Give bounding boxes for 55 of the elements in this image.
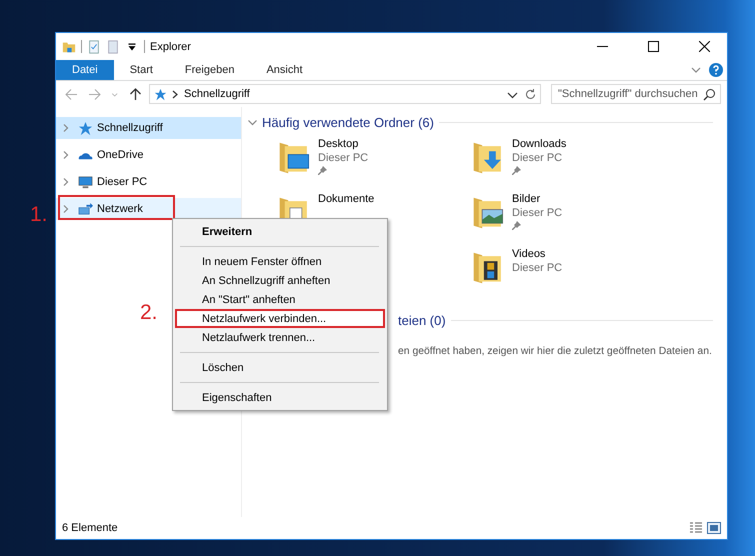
star-icon: [78, 120, 93, 136]
folder-name[interactable]: Dokumente: [318, 193, 374, 205]
maximize-icon: [648, 41, 658, 52]
ribbon-tab[interactable]: Freigeben: [168, 60, 250, 80]
properties-icon: [87, 40, 101, 54]
section-heading: Häufig verwendete Ordner (6): [262, 115, 434, 130]
folder-location: Dieser PC: [318, 152, 368, 164]
search-field[interactable]: "Schnellzugriff" durchsuchen: [551, 84, 721, 104]
menu-item[interactable]: Löschen: [175, 358, 385, 377]
ribbon-tab[interactable]: Ansicht: [250, 60, 319, 80]
ribbon-tab[interactable]: Datei: [56, 60, 114, 80]
step-number: 1.: [30, 203, 48, 227]
help-icon[interactable]: [709, 63, 723, 77]
sidebar-item[interactable]: Schnellzugriff: [56, 117, 241, 139]
menu-item[interactable]: Erweitern: [175, 222, 385, 241]
sidebar-item[interactable]: Dieser PC: [56, 171, 241, 193]
section-heading: teien (0): [398, 313, 446, 328]
menu-item[interactable]: An Schnellzugriff anheften: [175, 271, 385, 290]
item-count: 6 Elemente: [62, 522, 119, 534]
expand-icon[interactable]: [62, 178, 70, 186]
folder-name[interactable]: Desktop: [318, 138, 368, 150]
menu-item[interactable]: In neuem Fenster öffnen: [175, 252, 385, 271]
expand-icon[interactable]: [62, 205, 70, 213]
menu-item[interactable]: Eigenschaften: [175, 388, 385, 407]
close-icon: [698, 41, 710, 52]
menu-item[interactable]: An "Start" anheften: [175, 290, 385, 309]
window-title: Explorer: [150, 40, 192, 52]
ribbon-tab[interactable]: Start: [114, 60, 169, 80]
expand-icon[interactable]: [62, 151, 70, 159]
refresh-icon[interactable]: [524, 88, 537, 100]
empty-message: en geöffnet haben, zeigen wir hier die zuletzt geöffneten Dateien an.: [398, 346, 713, 357]
folder-name[interactable]: Bilder: [512, 193, 562, 205]
search-icon: [703, 88, 716, 100]
large-icons-view-icon[interactable]: [707, 522, 721, 534]
address-path: Schnellzugriff: [184, 88, 251, 100]
sidebar-item[interactable]: Netzwerk: [56, 198, 241, 220]
sidebar-item[interactable]: OneDrive: [56, 144, 241, 166]
monitor-icon: [78, 174, 93, 190]
step-number: 2.: [140, 301, 158, 325]
folder-location: Dieser PC: [512, 262, 562, 274]
menu-item[interactable]: Netzlaufwerk trennen...: [175, 328, 385, 347]
new-folder-icon: [106, 40, 120, 54]
chevron-right-icon: [172, 88, 179, 100]
folder-name[interactable]: Downloads: [512, 138, 566, 150]
details-view-icon[interactable]: [689, 522, 703, 534]
expand-icon[interactable]: [62, 124, 70, 132]
folder-location: Dieser PC: [512, 152, 564, 164]
folder-location: Dieser PC: [512, 207, 562, 219]
menu-item[interactable]: Netzlaufwerk verbinden...: [175, 309, 385, 328]
folder-icon: [62, 40, 76, 54]
network-icon: [78, 202, 93, 216]
folder-name[interactable]: Videos: [512, 248, 562, 260]
address-field[interactable]: Schnellzugriff: [149, 84, 541, 104]
collapse-icon[interactable]: [248, 118, 257, 127]
star-icon: [154, 88, 167, 100]
